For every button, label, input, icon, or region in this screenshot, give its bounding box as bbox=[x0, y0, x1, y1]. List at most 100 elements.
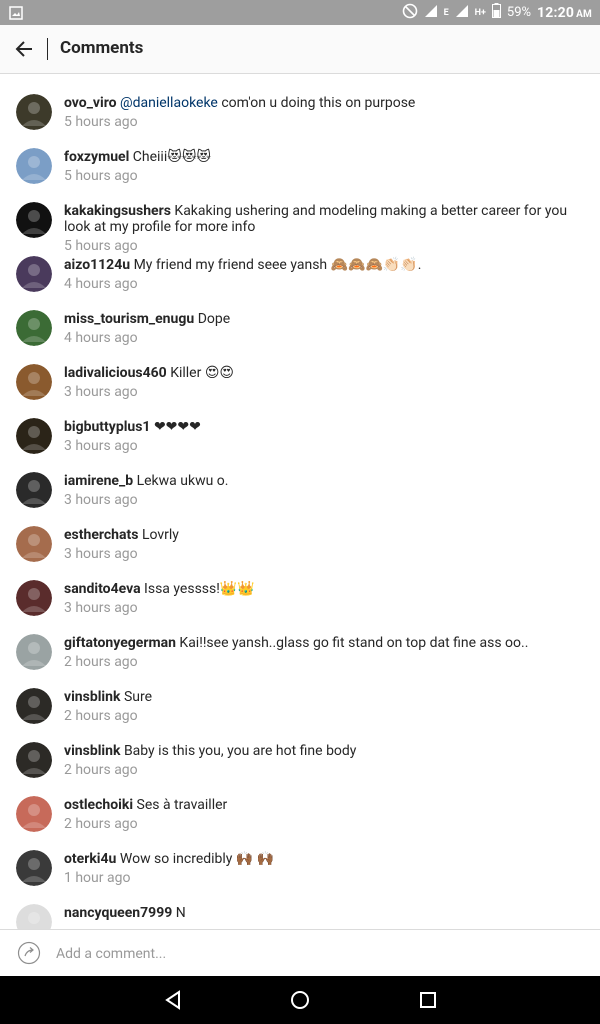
comment-text: kakakingsushers Kakaking ushering and mo… bbox=[64, 203, 580, 235]
comment-text: ostlechoiki Ses à travailler bbox=[64, 797, 580, 813]
avatar[interactable] bbox=[16, 202, 52, 238]
comment-message: ❤❤❤❤ bbox=[153, 419, 201, 435]
comment-body: vinsblink Sure 2 hours ago bbox=[64, 689, 580, 724]
clock-ampm: AM bbox=[576, 8, 592, 20]
nav-back-button[interactable] bbox=[161, 988, 185, 1012]
username[interactable]: miss_tourism_enugu bbox=[64, 311, 194, 327]
avatar[interactable] bbox=[16, 472, 52, 508]
username[interactable]: oterki4u bbox=[64, 851, 116, 867]
avatar[interactable] bbox=[16, 310, 52, 346]
comment-message: Dope bbox=[197, 311, 231, 327]
status-bar: E H+ 59% 12:20 AM bbox=[0, 0, 600, 25]
comment-row[interactable]: estherchats Lovrly 3 hours ago bbox=[0, 506, 600, 562]
avatar[interactable] bbox=[16, 850, 52, 886]
comment-body: sandito4eva Issa yessss!👑👑 3 hours ago bbox=[64, 581, 580, 616]
circle-home-icon bbox=[291, 991, 309, 1009]
header-divider bbox=[47, 38, 48, 60]
comment-message: N bbox=[175, 905, 186, 921]
username[interactable]: ovo_viro bbox=[64, 95, 117, 111]
comment-message: Lovrly bbox=[141, 527, 179, 543]
system-nav-bar bbox=[0, 976, 600, 1024]
square-recents-icon bbox=[420, 992, 436, 1008]
comment-row[interactable]: oterki4u Wow so incredibly 🙌🏾 🙌🏾 1 hour a… bbox=[0, 830, 600, 886]
comment-row[interactable]: miss_tourism_enugu Dope 4 hours ago bbox=[0, 290, 600, 346]
comment-message: Killer 😍😍 bbox=[170, 365, 235, 381]
avatar[interactable] bbox=[16, 688, 52, 724]
signal-icon-2 bbox=[455, 4, 469, 22]
avatar[interactable] bbox=[16, 742, 52, 778]
username[interactable]: nancyqueen7999 bbox=[64, 905, 172, 921]
comment-text: aizo1124u My friend my friend seee yansh… bbox=[64, 257, 580, 273]
comment-message: com'on u doing this on purpose bbox=[217, 95, 416, 111]
avatar[interactable] bbox=[16, 796, 52, 832]
avatar[interactable] bbox=[16, 580, 52, 616]
comment-row[interactable]: vinsblink Baby is this you, you are hot … bbox=[0, 722, 600, 778]
avatar[interactable] bbox=[16, 94, 52, 130]
username[interactable]: foxzymuel bbox=[64, 149, 129, 165]
comment-row[interactable]: ovo_viro @daniellaokeke com'on u doing t… bbox=[0, 74, 600, 130]
comment-row[interactable]: iamirene_b Lekwa ukwu o. 3 hours ago bbox=[0, 452, 600, 508]
battery-percent: 59% bbox=[506, 5, 532, 20]
nav-home-button[interactable] bbox=[288, 988, 312, 1012]
comment-text: vinsblink Baby is this you, you are hot … bbox=[64, 743, 580, 759]
comment-text: vinsblink Sure bbox=[64, 689, 580, 705]
comment-text: ovo_viro @daniellaokeke com'on u doing t… bbox=[64, 95, 580, 111]
username[interactable]: giftatonyegerman bbox=[64, 635, 176, 651]
back-button[interactable] bbox=[10, 35, 38, 63]
comment-body: nancyqueen7999 N bbox=[64, 905, 580, 924]
comment-body: bigbuttyplus1 ❤❤❤❤ 3 hours ago bbox=[64, 419, 580, 454]
comment-row[interactable]: foxzymuel Cheiii😻😻😻 5 hours ago bbox=[0, 128, 600, 184]
comments-list[interactable]: ovo_viro @daniellaokeke com'on u doing t… bbox=[0, 74, 600, 929]
comment-message: My friend my friend seee yansh 🙈🙈🙈👏🏻👏🏻. bbox=[133, 257, 422, 273]
avatar[interactable] bbox=[16, 148, 52, 184]
comment-row[interactable]: ostlechoiki Ses à travailler 2 hours ago bbox=[0, 776, 600, 832]
comment-body: giftatonyegerman Kai!!see yansh..glass g… bbox=[64, 635, 580, 670]
avatar[interactable] bbox=[16, 904, 52, 929]
comment-message: Cheiii😻😻😻 bbox=[132, 149, 212, 165]
comment-text: bigbuttyplus1 ❤❤❤❤ bbox=[64, 419, 580, 435]
comment-text: ladivalicious460 Killer 😍😍 bbox=[64, 365, 580, 381]
comment-message: Lekwa ukwu o. bbox=[136, 473, 229, 489]
emoji-reply-icon[interactable] bbox=[17, 941, 41, 965]
username[interactable]: iamirene_b bbox=[64, 473, 133, 489]
username[interactable]: vinsblink bbox=[64, 743, 120, 759]
username[interactable]: aizo1124u bbox=[64, 257, 130, 273]
comment-row[interactable]: vinsblink Sure 2 hours ago bbox=[0, 668, 600, 724]
comment-row[interactable]: sandito4eva Issa yessss!👑👑 3 hours ago bbox=[0, 560, 600, 616]
username[interactable]: sandito4eva bbox=[64, 581, 141, 597]
comment-message: Wow so incredibly 🙌🏾 🙌🏾 bbox=[119, 851, 275, 867]
username[interactable]: ladivalicious460 bbox=[64, 365, 167, 381]
avatar[interactable] bbox=[16, 256, 52, 292]
comment-message: Issa yessss!👑👑 bbox=[144, 581, 255, 597]
comment-body: miss_tourism_enugu Dope 4 hours ago bbox=[64, 311, 580, 346]
comment-row[interactable]: aizo1124u My friend my friend seee yansh… bbox=[0, 236, 600, 292]
username[interactable]: bigbuttyplus1 bbox=[64, 419, 150, 435]
comment-row[interactable]: nancyqueen7999 N bbox=[0, 884, 600, 929]
comment-body: aizo1124u My friend my friend seee yansh… bbox=[64, 257, 580, 292]
comment-text: iamirene_b Lekwa ukwu o. bbox=[64, 473, 580, 489]
username[interactable]: vinsblink bbox=[64, 689, 120, 705]
comment-input[interactable] bbox=[54, 940, 578, 968]
comment-text: miss_tourism_enugu Dope bbox=[64, 311, 580, 327]
avatar[interactable] bbox=[16, 418, 52, 454]
username[interactable]: kakakingsushers bbox=[64, 203, 171, 219]
network-type-e: E bbox=[443, 7, 449, 18]
avatar[interactable] bbox=[16, 364, 52, 400]
avatar[interactable] bbox=[16, 526, 52, 562]
triangle-back-icon bbox=[165, 990, 180, 1010]
username[interactable]: ostlechoiki bbox=[64, 797, 133, 813]
do-not-disturb-icon bbox=[402, 3, 418, 23]
comment-body: estherchats Lovrly 3 hours ago bbox=[64, 527, 580, 562]
mention-link[interactable]: @daniellaokeke bbox=[120, 95, 218, 111]
comment-row[interactable]: bigbuttyplus1 ❤❤❤❤ 3 hours ago bbox=[0, 398, 600, 454]
nav-recents-button[interactable] bbox=[416, 988, 440, 1012]
comment-row[interactable]: ladivalicious460 Killer 😍😍 3 hours ago bbox=[0, 344, 600, 400]
comment-body: iamirene_b Lekwa ukwu o. 3 hours ago bbox=[64, 473, 580, 508]
comment-text: giftatonyegerman Kai!!see yansh..glass g… bbox=[64, 635, 580, 651]
comment-row[interactable]: kakakingsushers Kakaking ushering and mo… bbox=[0, 182, 600, 254]
avatar[interactable] bbox=[16, 634, 52, 670]
battery-icon bbox=[491, 3, 501, 22]
comment-body: vinsblink Baby is this you, you are hot … bbox=[64, 743, 580, 778]
username[interactable]: estherchats bbox=[64, 527, 138, 543]
comment-row[interactable]: giftatonyegerman Kai!!see yansh..glass g… bbox=[0, 614, 600, 670]
